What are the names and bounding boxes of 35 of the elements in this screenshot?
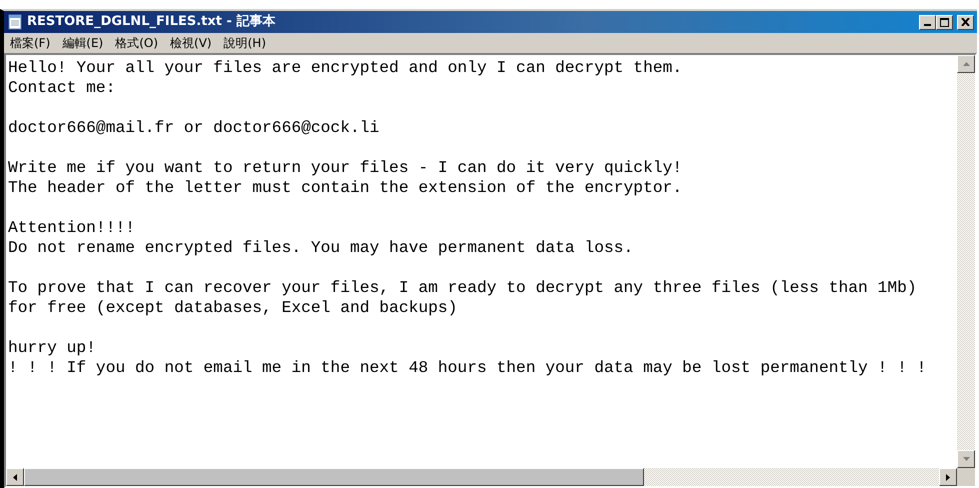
text-line: doctor666@mail.fr or doctor666@cock.li (8, 118, 380, 138)
window-title: RESTORE_DGLNL_FILES.txt - 記事本 (27, 13, 276, 32)
close-icon (961, 18, 970, 26)
text-line: Contact me: (8, 78, 116, 98)
menu-item[interactable]: 檢視(V) (170, 34, 212, 52)
text-line: hurry up! (8, 338, 97, 358)
text-line: Write me if you want to return your files - I can do it very quickly! (8, 158, 684, 178)
text-line: ! ! ! If you do not email me in the next 48 hours then your data may be lost permanently ! ! ! (8, 358, 928, 378)
text-line: Attention!!!! (8, 218, 136, 238)
text-line: Hello! Your all your files are encrypted and only I can decrypt them. (8, 58, 684, 78)
text-line: The header of the letter must contain the extension of the encryptor. (8, 178, 684, 198)
menu-item[interactable]: 說明(H) (224, 34, 266, 52)
scroll-left-button[interactable] (6, 468, 24, 486)
menu-item[interactable]: 編輯(E) (62, 34, 104, 52)
vertical-scrollbar[interactable] (957, 55, 975, 468)
notepad-icon (7, 14, 23, 30)
text-line: To prove that I can recover your files, I am ready to decrypt any three files (less than 1Mb) (8, 278, 918, 298)
maximize-icon (940, 18, 949, 26)
minimize-button[interactable] (919, 14, 936, 30)
up-arrow-icon (962, 62, 970, 66)
size-grip[interactable] (957, 468, 975, 486)
scroll-right-button[interactable] (939, 468, 957, 486)
text-line: Do not rename encrypted files. You may have permanent data loss. (8, 238, 634, 258)
menu-item[interactable]: 格式(O) (115, 34, 158, 52)
left-arrow-icon (13, 474, 17, 480)
down-arrow-icon (962, 457, 970, 461)
horizontal-scrollbar[interactable] (6, 468, 957, 486)
close-button[interactable] (957, 14, 974, 30)
scroll-thumb[interactable] (24, 468, 644, 486)
scroll-down-button[interactable] (957, 450, 975, 468)
menu-item[interactable]: 檔案(F) (10, 34, 50, 52)
text-line: for free (except databases, Excel and backups) (8, 298, 458, 318)
maximize-button[interactable] (936, 14, 953, 30)
right-arrow-icon (946, 474, 950, 480)
scroll-up-button[interactable] (957, 55, 975, 73)
